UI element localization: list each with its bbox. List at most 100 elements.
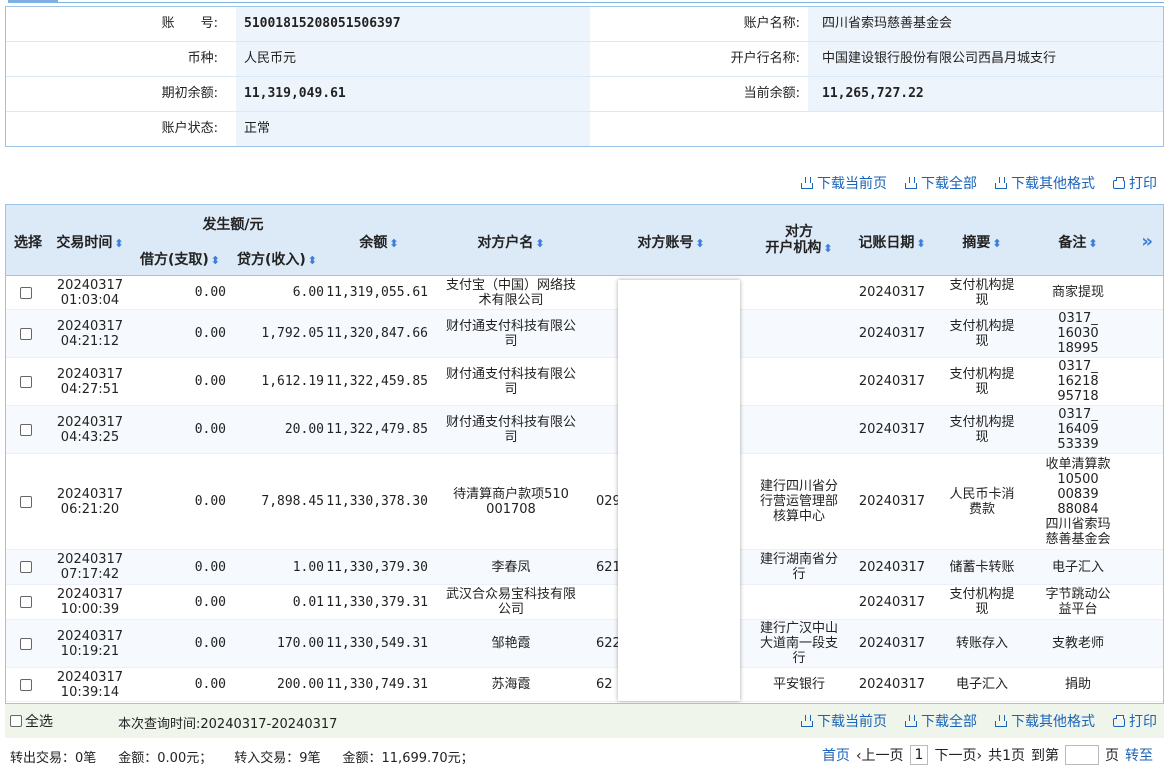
row-checkbox[interactable] — [20, 678, 32, 691]
bank-cell: 建行广汉中山 大道南一段支行 — [756, 620, 842, 667]
credit-cell: 6.00 — [230, 276, 324, 309]
sort-icon[interactable] — [533, 235, 544, 251]
download-other-button[interactable]: 下载其他格式 — [995, 711, 1095, 731]
header-time[interactable]: 交易时间 — [50, 232, 130, 252]
out-amount: 金额：0.00元； — [118, 751, 213, 766]
account-number-value: 51001815208051506397 — [236, 7, 590, 41]
remark-line: 16409 — [1057, 422, 1099, 437]
sort-icon[interactable] — [821, 240, 832, 256]
table-row[interactable]: 20240317 10:00:39 0.00 0.01 11,330,379.31 武汉合… — [6, 585, 1163, 620]
header-balance[interactable]: 余额 — [338, 232, 420, 252]
remark-line: 字节跳动公 — [1045, 587, 1111, 602]
row-checkbox[interactable] — [20, 375, 32, 388]
sort-icon[interactable] — [112, 235, 123, 251]
header-amount-group: 发生额/元 — [202, 217, 264, 233]
remark-line: 00839 — [1057, 486, 1099, 502]
header-summary[interactable]: 摘要 — [942, 232, 1022, 252]
sort-icon[interactable] — [387, 235, 398, 251]
header-party-name[interactable]: 对方户名 — [436, 232, 586, 252]
next-page-link[interactable]: 下一页› — [934, 745, 982, 765]
sort-icon[interactable] — [914, 235, 925, 251]
header-party-bank[interactable]: 对方 开户机构 — [756, 224, 842, 257]
remark-line: 0317_ — [1058, 407, 1098, 422]
info-row: 期初余额: 11,319,049.61 当前余额: 11,265,727.22 — [6, 77, 1163, 112]
remark-line: 95718 — [1057, 389, 1099, 404]
info-row: 币种: 人民币元 开户行名称: 中国建设银行股份有限公司西昌月城支行 — [6, 42, 1163, 77]
transaction-time-cell: 20240317 10:39:14 — [50, 668, 130, 701]
header-party-account[interactable]: 对方账号 — [596, 232, 746, 252]
opening-balance-label: 期初余额: — [6, 77, 236, 111]
remark-cell: 商家提现 — [1036, 276, 1120, 309]
currency-label: 币种: — [6, 42, 236, 76]
remark-line: 收单清算款 — [1045, 456, 1111, 472]
table-row[interactable]: 20240317 06:21:20 0.00 7,898.45 11,330,378.3… — [6, 454, 1163, 550]
transaction-time: 10:39:14 — [60, 684, 120, 700]
row-select-cell — [10, 358, 46, 405]
print-icon — [1113, 714, 1125, 727]
transaction-time-cell: 20240317 01:03:04 — [50, 276, 130, 309]
balance-cell: 11,322,459.85 — [326, 358, 428, 405]
header-debit[interactable]: 借方(支取) — [134, 249, 226, 269]
balance-value: 11,330,379.31 — [326, 594, 428, 610]
tab-indicator — [8, 0, 58, 3]
row-checkbox[interactable] — [20, 423, 32, 436]
download-all-button[interactable]: 下载全部 — [905, 173, 977, 193]
tab-divider — [58, 2, 1164, 3]
download-all-button[interactable]: 下载全部 — [905, 711, 977, 731]
transaction-date: 20240317 — [56, 366, 124, 382]
row-checkbox[interactable] — [20, 596, 32, 608]
summary-line: 支付机构提 — [949, 414, 1015, 430]
transaction-date: 20240317 — [56, 318, 124, 334]
print-button[interactable]: 打印 — [1113, 173, 1157, 193]
goto-page-input[interactable] — [1065, 745, 1099, 765]
sort-icon[interactable] — [209, 252, 220, 268]
table-row[interactable]: 20240317 10:19:21 0.00 170.00 11,330,549.31 邹… — [6, 620, 1163, 668]
remark-line: 商家提现 — [1051, 285, 1104, 300]
table-row[interactable]: 20240317 04:27:51 0.00 1,612.19 11,322,459.8… — [6, 358, 1163, 406]
party-cell: 财付通支付科技有限公司 — [436, 358, 586, 405]
sort-icon[interactable] — [693, 235, 704, 251]
download-other-button[interactable]: 下载其他格式 — [995, 173, 1095, 193]
table-row[interactable]: 20240317 01:03:04 0.00 6.00 11,319,055.61 支付宝… — [6, 276, 1163, 310]
select-all[interactable]: 全选 — [10, 711, 53, 731]
header-remark[interactable]: 备注 — [1036, 232, 1120, 252]
row-checkbox[interactable] — [20, 327, 32, 340]
download-page-button[interactable]: 下载当前页 — [801, 173, 887, 193]
select-all-checkbox[interactable] — [10, 715, 22, 727]
opening-balance-value: 11,319,049.61 — [236, 77, 590, 111]
remark-cell: 0317_ 16030 18995 — [1036, 310, 1120, 357]
table-row[interactable]: 20240317 07:17:42 0.00 1.00 11,330,379.30 李春凤… — [6, 550, 1163, 585]
goto-button[interactable]: 转至 — [1125, 745, 1153, 765]
header-post-date[interactable]: 记账日期 — [852, 232, 932, 252]
header-credit[interactable]: 贷方(收入) — [230, 249, 324, 269]
debit-cell: 0.00 — [134, 406, 226, 453]
party-line: 公司 — [497, 602, 524, 617]
transaction-time: 10:00:39 — [60, 602, 120, 617]
prev-page-link[interactable]: ‹上一页 — [856, 745, 904, 765]
transaction-date: 20240317 — [56, 552, 124, 567]
row-checkbox[interactable] — [20, 637, 32, 650]
table-row[interactable]: 20240317 04:21:12 0.00 1,792.05 11,320,847.6… — [6, 310, 1163, 358]
current-page[interactable]: 1 — [909, 745, 929, 765]
table-row[interactable]: 20240317 04:43:25 0.00 20.00 11,322,479.85 财付… — [6, 406, 1163, 454]
current-balance-label: 当前余额: — [590, 77, 808, 111]
download-icon — [995, 177, 1007, 189]
row-checkbox[interactable] — [20, 495, 32, 508]
table-row[interactable]: 20240317 10:39:14 0.00 200.00 11,330,749.31 苏… — [6, 668, 1163, 702]
bank-cell — [756, 406, 842, 453]
download-page-button[interactable]: 下载当前页 — [801, 711, 887, 731]
first-page-link[interactable]: 首页 — [822, 745, 850, 765]
transaction-time-cell: 20240317 10:19:21 — [50, 620, 130, 667]
debit-value: 0.00 — [194, 677, 226, 692]
credit-cell: 170.00 — [230, 620, 324, 667]
sort-icon[interactable] — [1086, 235, 1097, 251]
expand-columns-icon[interactable]: » — [1141, 231, 1153, 252]
bank-line: 大道南一段支 — [759, 636, 838, 651]
sort-icon[interactable] — [990, 235, 1001, 251]
row-select-cell — [10, 620, 46, 667]
remark-line: 慈善基金会 — [1045, 531, 1111, 547]
row-checkbox[interactable] — [20, 286, 32, 299]
row-checkbox[interactable] — [20, 561, 32, 573]
print-button[interactable]: 打印 — [1113, 711, 1157, 731]
sort-icon[interactable] — [306, 252, 317, 268]
